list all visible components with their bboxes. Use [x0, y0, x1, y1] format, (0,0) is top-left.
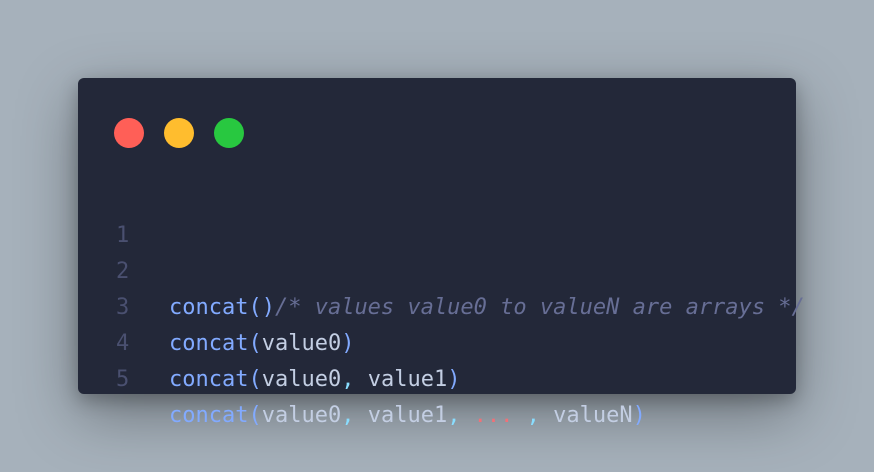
line-source: concat(value0, value1) — [169, 362, 460, 398]
code-comma: , — [341, 367, 355, 392]
code-paren: ( — [248, 367, 262, 392]
code-paren: ) — [447, 367, 461, 392]
code-line: 3 concat(value0) — [78, 254, 796, 356]
code-line: 5 concat(value0, value1, ... , valueN) — [78, 326, 796, 428]
code-spread: ... — [460, 403, 514, 428]
code-block: 1 /* values value0 to valueN are arrays … — [78, 182, 805, 428]
maximize-dot-icon[interactable] — [214, 118, 244, 148]
close-dot-icon[interactable] — [114, 118, 144, 148]
code-function: concat — [169, 367, 249, 392]
code-variable: valueN — [539, 403, 633, 428]
code-comma: , — [341, 403, 355, 428]
line-source: concat(value0, value1, ... , valueN) — [169, 398, 646, 434]
code-variable: value0 — [261, 367, 342, 392]
code-variable: value1 — [354, 403, 448, 428]
minimize-dot-icon[interactable] — [164, 118, 194, 148]
code-variable: value0 — [261, 403, 342, 428]
code-line: 1 /* values value0 to valueN are arrays … — [78, 182, 805, 320]
code-comma: , — [513, 403, 540, 428]
code-line: 2 concat() — [78, 218, 796, 320]
code-line: 4 concat(value0, value1) — [78, 290, 796, 392]
code-paren: ( — [248, 403, 262, 428]
code-variable: value1 — [354, 367, 448, 392]
code-paren: ) — [632, 403, 646, 428]
code-function: concat — [169, 403, 249, 428]
line-number: 5 — [116, 367, 130, 392]
code-comma: , — [447, 403, 461, 428]
code-window: 1 /* values value0 to valueN are arrays … — [78, 78, 805, 428]
